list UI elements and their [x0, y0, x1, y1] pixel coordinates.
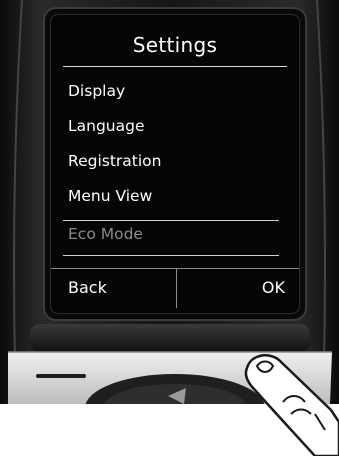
finger-pointer-icon	[244, 354, 339, 456]
menu-item-display[interactable]: Display	[68, 81, 125, 101]
selection-top-rule	[63, 220, 279, 221]
screen-title: Settings	[132, 33, 218, 57]
softkey-divider	[176, 268, 177, 308]
back-softkey[interactable]: Back	[68, 278, 107, 298]
menu-item-registration[interactable]: Registration	[68, 151, 161, 171]
ok-softkey[interactable]: OK	[262, 278, 285, 298]
handset-display: Settings Display Language Registration M…	[50, 14, 300, 314]
selection-bottom-rule	[63, 255, 279, 256]
title-divider	[63, 66, 287, 67]
phone-handset-scene: Settings Display Language Registration M…	[0, 0, 339, 456]
menu-item-language[interactable]: Language	[68, 116, 145, 136]
menu-item-menu-view[interactable]: Menu View	[68, 186, 152, 206]
menu-item-eco-mode[interactable]: Eco Mode	[68, 224, 143, 244]
